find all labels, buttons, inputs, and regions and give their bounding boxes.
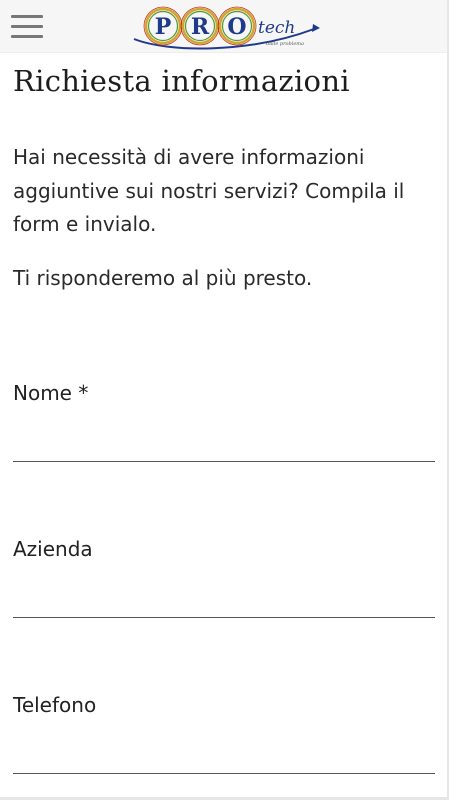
logo-ring-r: R xyxy=(180,6,220,46)
phone-field: Telefono xyxy=(13,692,435,774)
hamburger-menu-icon[interactable] xyxy=(11,13,43,39)
name-input[interactable] xyxy=(13,432,435,462)
company-field: Azienda xyxy=(13,536,435,618)
reply-note: Ti risponderemo al più presto. xyxy=(13,266,313,290)
logo-suffix: tech xyxy=(258,18,295,38)
intro-text: Hai necessità di avere informazioni aggi… xyxy=(13,145,405,236)
page-title: Richiesta informazioni xyxy=(13,64,350,98)
phone-input[interactable] xyxy=(13,744,435,774)
company-label: Azienda xyxy=(13,537,93,561)
logo-ring-p: P xyxy=(143,6,183,46)
svg-text:P: P xyxy=(155,14,172,40)
company-input[interactable] xyxy=(13,588,435,618)
protech-logo[interactable]: P R O tech dalle problema xyxy=(130,3,320,51)
app-header: P R O tech dalle problema xyxy=(0,0,447,53)
name-field: Nome * xyxy=(13,380,435,462)
svg-text:O: O xyxy=(227,14,246,40)
name-label: Nome * xyxy=(13,381,89,405)
phone-label: Telefono xyxy=(13,693,97,717)
logo-tagline: dalle problema xyxy=(266,41,304,47)
logo-ring-o: O xyxy=(217,6,257,46)
svg-text:R: R xyxy=(191,14,210,40)
